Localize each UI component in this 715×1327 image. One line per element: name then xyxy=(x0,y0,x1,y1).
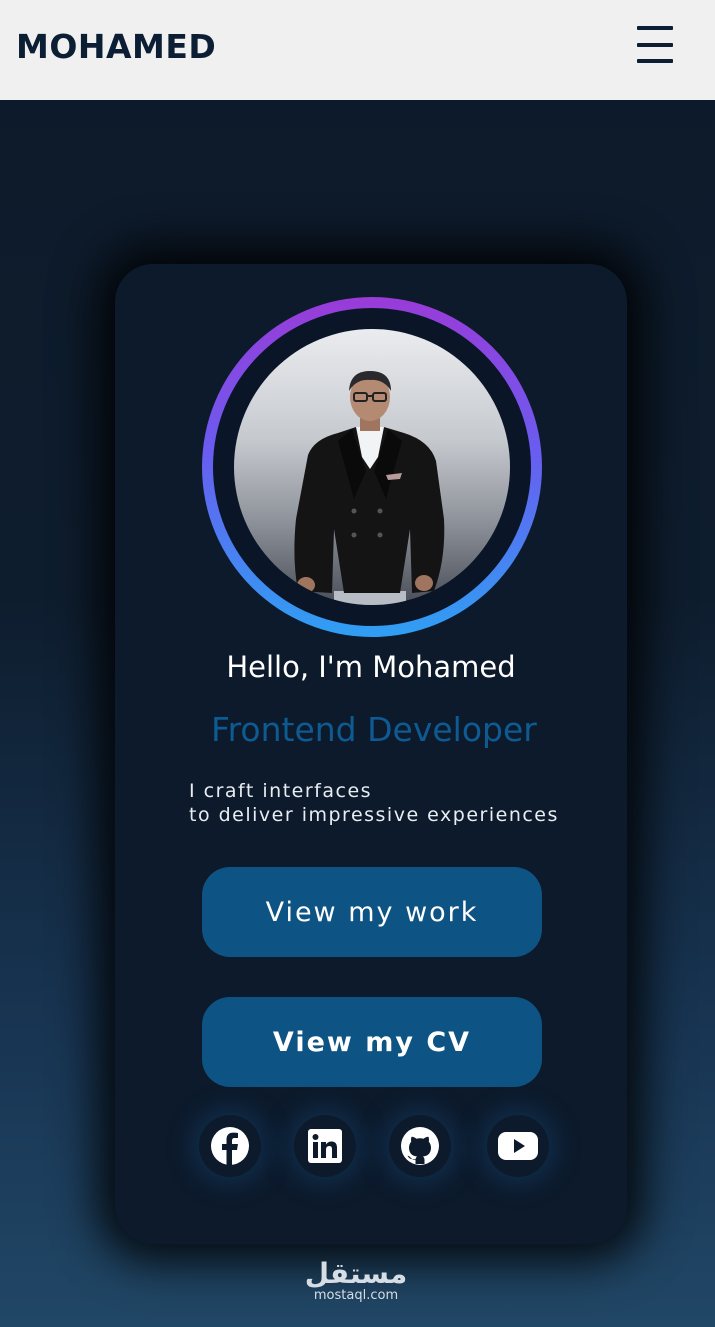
linkedin-link[interactable] xyxy=(294,1115,356,1177)
person-photo xyxy=(294,371,445,605)
greeting-heading: Hello, I'm Mohamed xyxy=(226,650,516,684)
avatar-ring xyxy=(202,297,542,637)
watermark: مستقل mostaql.com xyxy=(300,1260,412,1304)
youtube-link[interactable] xyxy=(487,1115,549,1177)
brand-logo[interactable]: MOHAMED xyxy=(16,27,216,66)
view-cv-button[interactable]: View my CV xyxy=(202,997,542,1087)
role-title: Frontend Developer xyxy=(211,710,537,749)
description-line: to deliver impressive experiences xyxy=(189,804,559,826)
linkedin-icon xyxy=(308,1129,342,1163)
view-work-button[interactable]: View my work xyxy=(202,867,542,957)
youtube-icon xyxy=(498,1132,538,1160)
description-line: I craft interfaces xyxy=(189,780,373,802)
github-link[interactable] xyxy=(389,1115,451,1177)
avatar xyxy=(234,329,510,605)
facebook-icon xyxy=(211,1127,249,1165)
facebook-link[interactable] xyxy=(199,1115,261,1177)
description: I craft interfaces to deliver impressive… xyxy=(189,779,559,827)
top-navbar: MOHAMED xyxy=(0,0,715,100)
github-icon xyxy=(401,1127,439,1165)
watermark-domain: mostaql.com xyxy=(313,1288,399,1303)
hamburger-menu-icon[interactable] xyxy=(630,22,680,68)
watermark-arabic: مستقل xyxy=(304,1257,408,1290)
